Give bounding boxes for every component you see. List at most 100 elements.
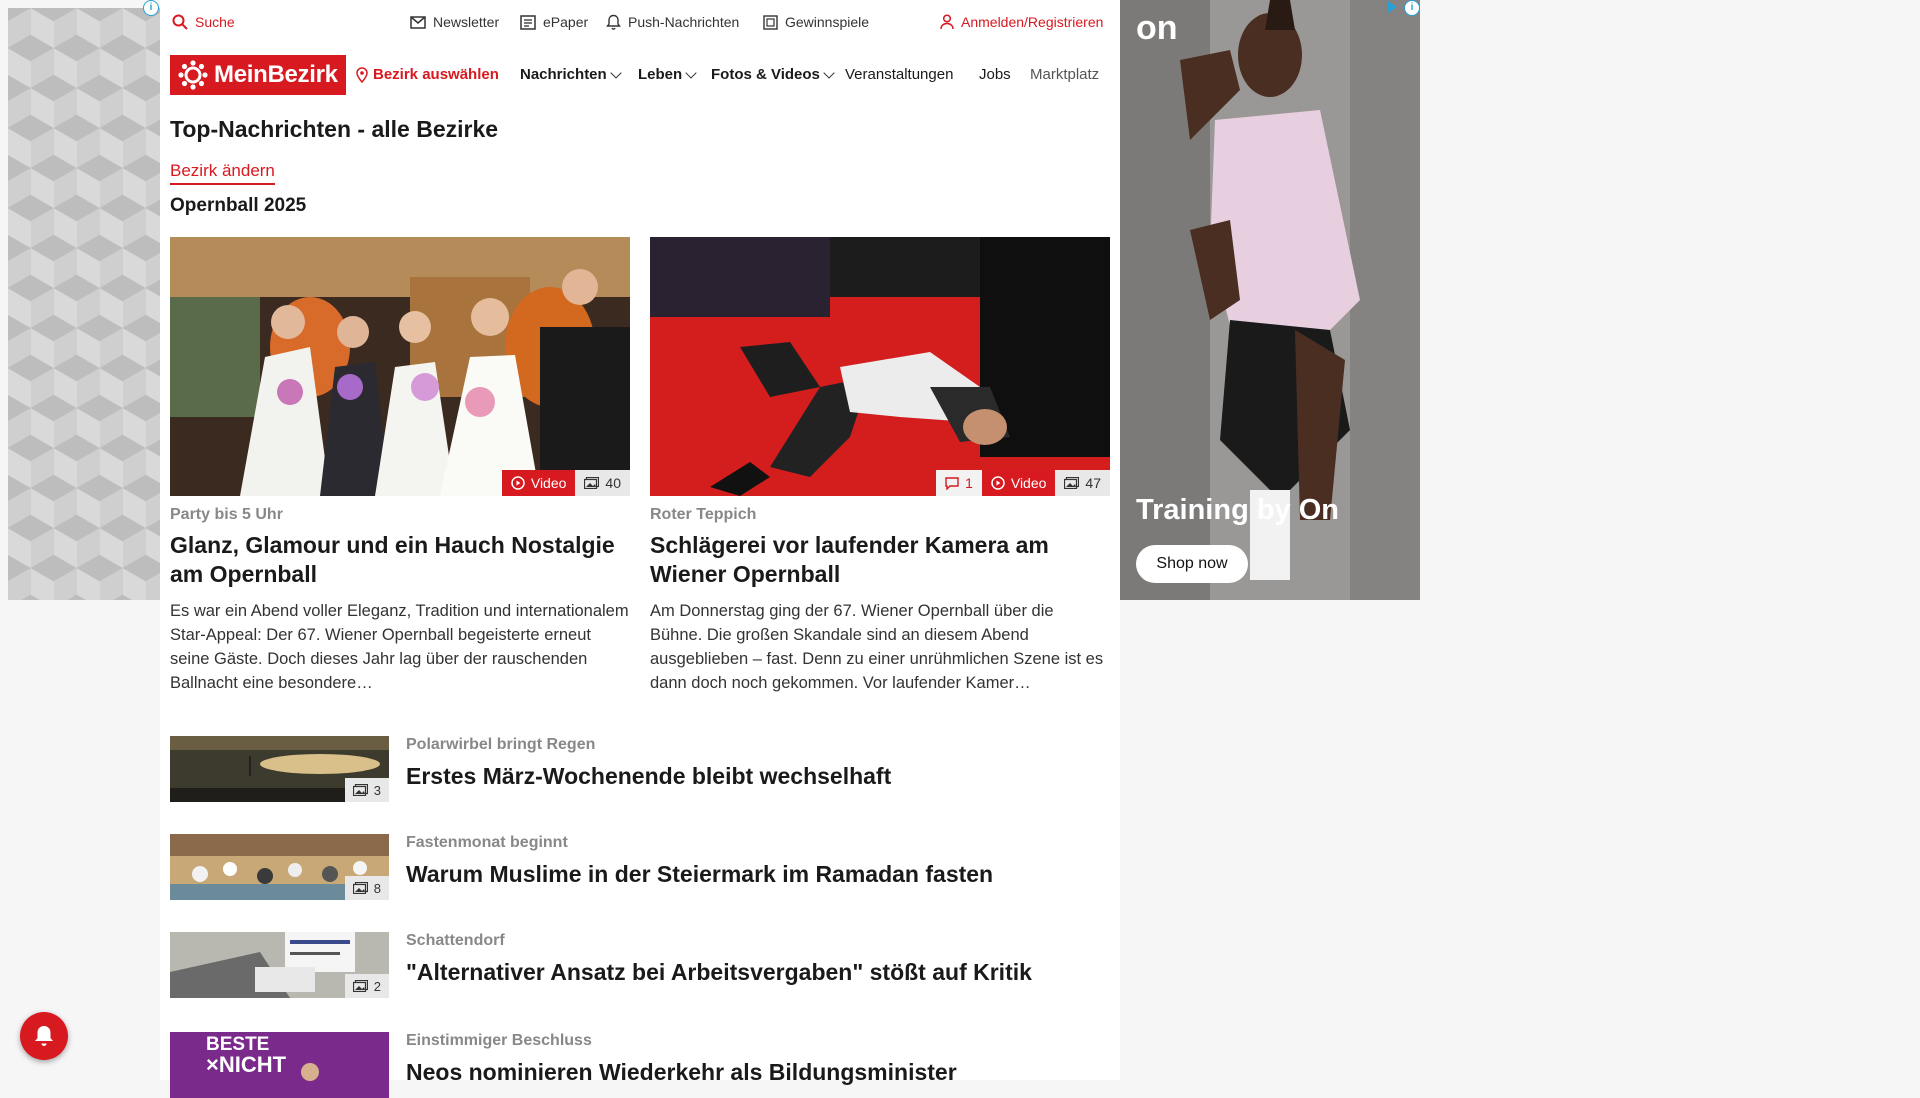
left-skyscraper-ad[interactable] <box>8 8 160 600</box>
media-badges: 1 Video 47 <box>936 470 1110 496</box>
newsletter-link[interactable]: Newsletter <box>410 14 499 30</box>
nav-jobs[interactable]: Jobs <box>979 66 1011 83</box>
nav-label: Veranstaltungen <box>845 66 954 83</box>
nav-label: Nachrichten <box>520 66 607 83</box>
svg-text:×NICHT: ×NICHT <box>206 1052 287 1077</box>
image-icon <box>584 477 600 489</box>
comment-count: 1 <box>965 475 973 491</box>
image-icon <box>352 784 368 796</box>
photo-count: 47 <box>1085 475 1101 491</box>
article-title[interactable]: Schlägerei vor laufender Kamera am Wiene… <box>650 531 1110 589</box>
logo-text: MeinBezirk <box>214 61 338 88</box>
sun-logo-icon <box>178 60 208 90</box>
district-select[interactable]: Bezirk auswählen <box>356 66 499 83</box>
search-link[interactable]: Suche <box>172 14 235 30</box>
bell-icon <box>35 1026 53 1046</box>
search-label: Suche <box>195 14 235 30</box>
comment-icon <box>945 476 959 490</box>
topic-heading: Opernball 2025 <box>170 195 307 216</box>
nav-nachrichten[interactable]: Nachrichten <box>520 66 622 83</box>
article-thumbnail[interactable]: BESTE ×NICHT <box>170 1032 389 1098</box>
ad-headline: Training by On <box>1136 494 1340 526</box>
notification-bell-button[interactable] <box>20 1012 68 1060</box>
list-item[interactable]: 3 Polarwirbel bringt Regen Erstes März-W… <box>170 736 1110 802</box>
play-icon <box>511 476 525 490</box>
photo-count: 3 <box>373 782 381 798</box>
location-pin-icon <box>356 66 368 83</box>
nav-label: Marktplatz <box>1030 66 1100 83</box>
article-photo[interactable]: 1 Video 47 <box>650 237 1110 496</box>
video-label: Video <box>530 475 567 491</box>
photo-count-badge: 3 <box>344 778 389 802</box>
image-icon <box>352 980 368 992</box>
nav-label: Jobs <box>979 66 1011 83</box>
chevron-down-icon <box>823 66 835 79</box>
article-kicker: Fastenmonat beginnt <box>406 834 568 851</box>
main-nav: MeinBezirk Bezirk auswählen Nachrichten … <box>160 46 1120 102</box>
page-title: Top-Nachrichten - alle Bezirke <box>170 116 499 142</box>
article-title[interactable]: Erstes März-Wochenende bleibt wechselhaf… <box>406 763 891 790</box>
gift-icon <box>763 14 778 30</box>
change-district-link[interactable]: Bezirk ändern <box>170 161 275 185</box>
photo-count-badge: 40 <box>575 470 630 496</box>
adchoices-icon[interactable] <box>1388 1 1397 13</box>
nav-leben[interactable]: Leben <box>638 66 697 83</box>
list-item[interactable]: 8 Fastenmonat beginnt Warum Muslime in d… <box>170 834 1110 900</box>
comment-count-badge: 1 <box>936 470 982 496</box>
ballroom-photo <box>170 237 630 496</box>
games-link[interactable]: Gewinnspiele <box>763 14 869 30</box>
article-teaser: Am Donnerstag ging der 67. Wiener Opernb… <box>650 602 1104 692</box>
ad-info-icon[interactable]: i <box>143 0 159 16</box>
photo-count-badge: 8 <box>344 876 389 900</box>
shop-now-button[interactable]: Shop now <box>1136 545 1248 583</box>
red-carpet-photo <box>650 237 1110 496</box>
bell-icon <box>606 14 621 30</box>
nav-label: Fotos & Videos <box>711 66 820 83</box>
epaper-link[interactable]: ePaper <box>520 14 588 30</box>
video-badge: Video <box>981 470 1056 496</box>
meinbezirk-logo[interactable]: MeinBezirk <box>170 55 346 95</box>
newspaper-icon <box>520 14 536 30</box>
article-kicker: Polarwirbel bringt Regen <box>406 736 596 753</box>
video-label: Video <box>1010 475 1047 491</box>
push-link[interactable]: Push-Nachrichten <box>606 14 739 30</box>
article-kicker: Schattendorf <box>406 932 505 949</box>
photo-count: 40 <box>605 475 621 491</box>
article-thumbnail[interactable]: 3 <box>170 736 389 802</box>
media-badges: Video 40 <box>501 470 630 496</box>
photo-count-badge: 2 <box>344 974 389 998</box>
district-label: Bezirk auswählen <box>373 66 499 83</box>
ad-info-icon[interactable]: i <box>1404 0 1420 16</box>
main-column: Suche Newsletter ePaper Push-Nachrichten… <box>160 0 1120 1098</box>
article-thumbnail[interactable]: 2 <box>170 932 389 998</box>
chevron-down-icon <box>610 66 622 79</box>
chevron-down-icon <box>685 66 697 79</box>
list-item[interactable]: BESTE ×NICHT Einstimmiger Beschluss Neos… <box>170 1032 1110 1098</box>
image-icon <box>352 882 368 894</box>
article-photo[interactable]: Video 40 <box>170 237 630 496</box>
video-badge: Video <box>501 470 576 496</box>
nav-fotos-videos[interactable]: Fotos & Videos <box>711 66 835 83</box>
photo-count: 8 <box>373 880 381 896</box>
on-brand-logo: on <box>1136 9 1178 47</box>
right-display-ad[interactable]: on Training by On Shop now <box>1120 0 1420 600</box>
article-thumbnail[interactable]: 8 <box>170 834 389 900</box>
article-title[interactable]: Glanz, Glamour und ein Hauch Nostalgie a… <box>170 531 630 589</box>
list-item[interactable]: 2 Schattendorf "Alternativer Ansatz bei … <box>170 932 1110 998</box>
search-icon <box>172 14 188 30</box>
nav-veranstaltungen[interactable]: Veranstaltungen <box>845 66 953 83</box>
featured-article-card[interactable]: 1 Video 47 Roter Teppich Schlägerei vor … <box>650 237 1110 695</box>
image-icon <box>1064 477 1080 489</box>
login-label: Anmelden/Registrieren <box>961 14 1104 30</box>
article-title[interactable]: Neos nominieren Wiederkehr als Bildungsm… <box>406 1059 957 1086</box>
featured-article-card[interactable]: Video 40 Party bis 5 Uhr Glanz, Glamour … <box>170 237 630 695</box>
login-link[interactable]: Anmelden/Registrieren <box>940 14 1103 30</box>
campaign-poster-photo: BESTE ×NICHT <box>170 1032 389 1098</box>
games-label: Gewinnspiele <box>785 14 870 30</box>
article-title[interactable]: "Alternativer Ansatz bei Arbeitsvergaben… <box>406 959 1032 986</box>
article-kicker: Einstimmiger Beschluss <box>406 1032 592 1049</box>
nav-marktplatz[interactable]: Marktplatz <box>1030 66 1112 83</box>
newsletter-label: Newsletter <box>433 14 500 30</box>
article-title[interactable]: Warum Muslime in der Steiermark im Ramad… <box>406 861 993 888</box>
nav-label: Leben <box>638 66 683 83</box>
